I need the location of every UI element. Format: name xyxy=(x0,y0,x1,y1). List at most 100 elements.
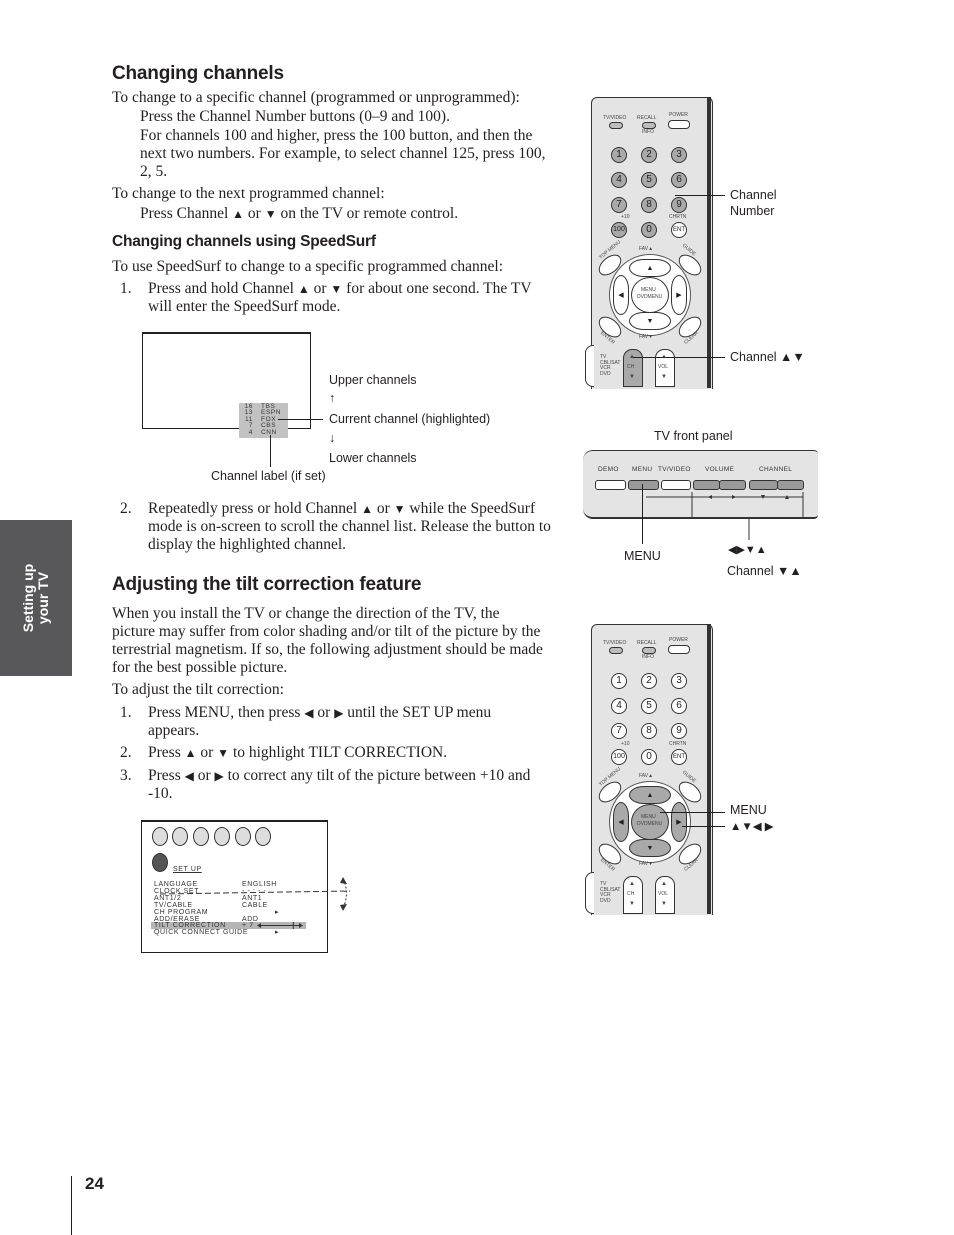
number-button-4[interactable]: 4 xyxy=(611,172,627,188)
channel-rocker[interactable]: ▲ CH ▼ xyxy=(623,349,643,387)
fav-down-label: FAV▼ xyxy=(639,334,654,340)
tv-video-button[interactable] xyxy=(661,480,691,490)
recall-button[interactable] xyxy=(642,647,656,654)
up-button[interactable]: ▲ xyxy=(629,259,671,277)
number-button-1[interactable]: 1 xyxy=(611,673,627,689)
tilt-dashed-line xyxy=(159,890,351,895)
step-text: Press and hold Channel ▲ or ▼ for about … xyxy=(148,280,532,299)
channel-label: CNN xyxy=(261,428,277,436)
up-button[interactable]: ▲ xyxy=(629,786,671,804)
arrow-up-icon xyxy=(340,877,347,884)
callout-lower-channels: Lower channels xyxy=(329,451,417,465)
demo-button[interactable] xyxy=(595,480,626,490)
volume-down-button[interactable] xyxy=(693,480,720,490)
right-button[interactable]: ▶ xyxy=(671,802,687,842)
text: Number xyxy=(730,204,775,218)
text: Channel xyxy=(730,188,777,202)
callout-channel-arrows: Channel ▼▲ xyxy=(727,564,802,578)
ent-button[interactable]: ENT xyxy=(671,749,687,765)
text: to correct any tilt of the picture betwe… xyxy=(227,767,531,784)
text: Repeatedly press or hold Channel xyxy=(148,500,358,517)
number-button-8[interactable]: 8 xyxy=(641,197,657,213)
vol-up-icon: ▲ xyxy=(661,881,667,887)
chrtn-label: CHRTN xyxy=(669,741,687,747)
recall-button[interactable] xyxy=(642,122,656,129)
tab-label-line2: your TV xyxy=(35,571,51,625)
footer-rule xyxy=(71,1176,72,1235)
channel-down-button[interactable] xyxy=(749,480,778,490)
remote-body xyxy=(591,624,713,915)
number-button-6[interactable]: 6 xyxy=(671,698,687,714)
mode-dvd: DVD xyxy=(600,897,611,904)
tilt-slider[interactable] xyxy=(257,921,305,930)
number-button-9[interactable]: 9 xyxy=(671,723,687,739)
channel-rocker[interactable]: ▲ CH ▼ xyxy=(623,876,643,914)
audio-menu-icon xyxy=(172,827,188,846)
para-tilt-l1: When you install the TV or change the di… xyxy=(112,605,500,622)
front-panel-title: TV front panel xyxy=(654,429,733,443)
ch-down-icon: ▼ xyxy=(629,901,635,907)
number-button-5[interactable]: 5 xyxy=(641,172,657,188)
volume-rocker[interactable]: ▲ VOL ▼ xyxy=(655,876,675,914)
text: to highlight TILT CORRECTION. xyxy=(232,744,448,761)
number-button-3[interactable]: 3 xyxy=(671,147,687,163)
vol-down-icon: ▼ xyxy=(661,901,667,907)
para-intro1: To change to a specific channel (program… xyxy=(112,89,520,106)
number-button-1[interactable]: 1 xyxy=(611,147,627,163)
left-button[interactable]: ◀ xyxy=(613,802,629,842)
setup-menu-icon xyxy=(214,827,230,846)
right-button[interactable]: ▶ xyxy=(671,275,687,315)
option-menu-icon xyxy=(235,827,251,846)
number-button-2[interactable]: 2 xyxy=(641,147,657,163)
left-arrow-icon xyxy=(708,495,712,499)
dvdmenu-label: DVDMENU xyxy=(637,821,663,827)
mode-switch[interactable] xyxy=(585,872,594,914)
tv-video-button[interactable] xyxy=(609,647,623,654)
menu-row-label[interactable]: QUICK CONNECT GUIDE xyxy=(154,929,248,936)
down-button[interactable]: ▼ xyxy=(629,312,671,330)
left-button[interactable]: ◀ xyxy=(613,275,629,315)
power-button[interactable] xyxy=(668,120,690,129)
number-button-9[interactable]: 9 xyxy=(671,197,687,213)
text: Press MENU, then press xyxy=(148,704,301,721)
channel-up-button[interactable] xyxy=(777,480,804,490)
volume-rocker[interactable]: ▲ VOL ▼ xyxy=(655,349,675,387)
menu-row-label-highlighted[interactable]: TILT CORRECTION xyxy=(154,922,226,929)
slider-right-arrow xyxy=(299,923,303,928)
power-button[interactable] xyxy=(668,645,690,654)
tilt-illustration xyxy=(159,877,351,911)
demo-label: DEMO xyxy=(598,466,619,473)
heading-speedsurf: Changing channels using SpeedSurf xyxy=(112,233,376,250)
number-button-2[interactable]: 2 xyxy=(641,673,657,689)
para-indent2-l3: 2, 5. xyxy=(140,163,168,180)
mode-switch[interactable] xyxy=(585,345,594,387)
number-button-0[interactable]: 0 xyxy=(641,222,657,238)
tv-video-button[interactable] xyxy=(609,122,623,129)
number-button-100[interactable]: 100 xyxy=(611,749,627,765)
arrow-down-icon: ↓ xyxy=(329,431,336,445)
number-button-0[interactable]: 0 xyxy=(641,749,657,765)
number-button-7[interactable]: 7 xyxy=(611,197,627,213)
text: for about one second. The TV xyxy=(346,280,532,297)
ent-button[interactable]: ENT xyxy=(671,222,687,238)
number-button-5[interactable]: 5 xyxy=(641,698,657,714)
number-button-6[interactable]: 6 xyxy=(671,172,687,188)
number-button-8[interactable]: 8 xyxy=(641,723,657,739)
section-tab-label: Setting up your TV xyxy=(20,563,51,633)
ch-down-icon: ▼ xyxy=(629,374,635,380)
number-button-4[interactable]: 4 xyxy=(611,698,627,714)
menu-button[interactable] xyxy=(628,480,659,490)
tab-label-line1: Setting up xyxy=(20,563,36,633)
mode-dvd: DVD xyxy=(600,370,611,377)
ch-label: CH xyxy=(627,891,635,897)
channel-label: CHANNEL xyxy=(759,466,793,473)
heading-changing-channels: Changing channels xyxy=(112,63,284,84)
mode-switch-labels: TV CBL/SAT VCR DVD xyxy=(600,881,620,904)
callout-line-arrows2 xyxy=(682,826,725,827)
number-button-7[interactable]: 7 xyxy=(611,723,627,739)
number-button-100[interactable]: 100 xyxy=(611,222,627,238)
callout-current-channel: Current channel (highlighted) xyxy=(329,412,491,426)
volume-up-button[interactable] xyxy=(719,480,746,490)
down-button[interactable]: ▼ xyxy=(629,839,671,857)
number-button-3[interactable]: 3 xyxy=(671,673,687,689)
